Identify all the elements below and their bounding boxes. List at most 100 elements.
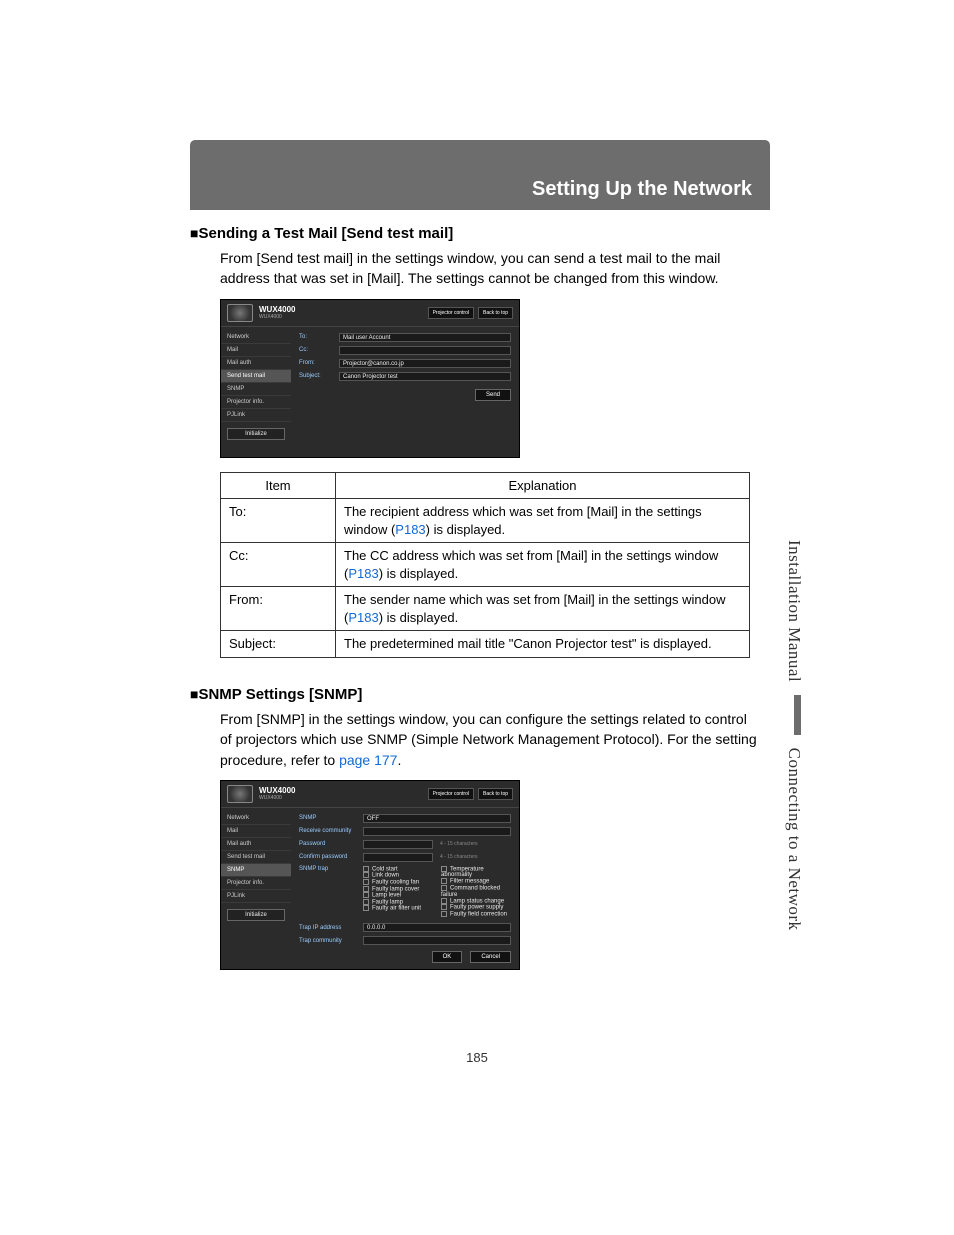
sidebar-item-mail[interactable]: Mail [221,344,291,357]
sidebar-item-pjlink[interactable]: PJLink [221,890,291,903]
table-send-test-mail: Item Explanation To: The recipient addre… [220,472,750,658]
check-faulty-cooling-fan[interactable]: Faulty cooling fan [363,879,433,886]
check-faulty-air-filter[interactable]: Faulty air filter unit [363,905,433,912]
section2-paragraph: From [SNMP] in the settings window, you … [220,709,760,770]
confirm-password-hint: 4 - 15 characters [440,854,488,860]
password-hint: 4 - 15 characters [440,841,488,847]
from-label: From: [299,360,335,366]
side-divider-icon [794,695,801,735]
projector-logo-icon [227,785,253,803]
check-faulty-lamp-cover[interactable]: Faulty lamp cover [363,886,433,893]
header-band: Setting Up the Network [190,140,770,210]
confirm-password-field[interactable] [363,853,433,862]
cc-label: Cc: [299,347,335,353]
check-faulty-lamp[interactable]: Faulty lamp [363,899,433,906]
sidebar-item-snmp[interactable]: SNMP [221,383,291,396]
check-link-down[interactable]: Link down [363,872,433,879]
row-from-item: From: [221,587,336,631]
row-cc-expl: The CC address which was set from [Mail]… [336,543,750,587]
row-cc-item: Cc: [221,543,336,587]
th-item: Item [221,472,336,499]
shot2-header: WUX4000 WUX4000 Projector control Back t… [221,781,519,808]
projector-logo-icon [227,304,253,322]
check-filter-message[interactable]: Filter message [441,878,511,885]
back-to-top-button[interactable]: Back to top [478,307,513,319]
shot2-main: SNMP OFF Receive community Password 4 - 15… [291,808,519,969]
sidebar-item-mail[interactable]: Mail [221,825,291,838]
link-p183[interactable]: P183 [348,610,378,625]
sidebar-item-send-test-mail[interactable]: Send test mail [221,370,291,383]
section2-heading: ■SNMP Settings [SNMP] [190,686,760,703]
row-subject-expl: The predetermined mail title "Canon Proj… [336,631,750,658]
back-to-top-button[interactable]: Back to top [478,788,513,800]
confirm-password-label: Confirm password [299,854,359,860]
section2-heading-text: SNMP Settings [SNMP] [198,686,362,703]
receive-community-field[interactable] [363,827,511,836]
trap-ip-field[interactable]: 0.0.0.0 [363,923,511,932]
shot2-subtitle: WUX4000 [259,795,295,801]
page-content: ■Sending a Test Mail [Send test mail] Fr… [190,225,760,984]
screenshot-send-test-mail: WUX4000 WUX4000 Projector control Back t… [220,299,520,458]
sidebar-item-network[interactable]: Network [221,331,291,344]
cc-field [339,346,511,355]
shot1-main: To: Mail user Account Cc: From: Projector@… [291,327,519,457]
section1-heading-text: Sending a Test Mail [Send test mail] [198,225,453,242]
link-p183[interactable]: P183 [395,522,425,537]
page-header-title: Setting Up the Network [532,178,752,201]
snmp-select[interactable]: OFF [363,814,511,823]
row-subject-item: Subject: [221,631,336,658]
password-field[interactable] [363,840,433,849]
snmp-label: SNMP [299,815,359,821]
check-lamp-status-change[interactable]: Lamp status change [441,898,511,905]
subject-label: Subject: [299,373,335,379]
check-faulty-field-correction[interactable]: Faulty field correction [441,911,511,918]
ok-button[interactable]: OK [432,951,463,963]
sidebar-item-send-test-mail[interactable]: Send test mail [221,851,291,864]
row-to-expl: The recipient address which was set from… [336,499,750,543]
check-cold-start[interactable]: Cold start [363,866,433,873]
sidebar-item-projector-info[interactable]: Projector info. [221,396,291,409]
check-temperature-abnormality[interactable]: Temperature abnormality [441,866,511,879]
trap-ip-label: Trap IP address [299,925,359,931]
sidebar-item-mail-auth[interactable]: Mail auth [221,357,291,370]
section1-heading: ■Sending a Test Mail [Send test mail] [190,225,760,242]
screenshot-snmp: WUX4000 WUX4000 Projector control Back t… [220,780,520,970]
sidebar-item-snmp[interactable]: SNMP [221,864,291,877]
from-field: Projector@canon.co.jp [339,359,511,368]
side-tab-connecting-network: Connecting to a Network [785,748,804,931]
check-lamp-level[interactable]: Lamp level [363,892,433,899]
sidebar-item-pjlink[interactable]: PJLink [221,409,291,422]
sidebar-item-network[interactable]: Network [221,812,291,825]
check-command-blocked[interactable]: Command blocked failure [441,885,511,898]
sidebar-item-mail-auth[interactable]: Mail auth [221,838,291,851]
shot1-sidebar: Network Mail Mail auth Send test mail SN… [221,327,291,457]
link-p183[interactable]: P183 [348,566,378,581]
shot1-subtitle: WUX4000 [259,314,295,320]
password-label: Password [299,841,359,847]
cancel-button[interactable]: Cancel [470,951,511,963]
subject-field: Canon Projector test [339,372,511,381]
th-explanation: Explanation [336,472,750,499]
send-button[interactable]: Send [475,389,511,401]
initialize-button[interactable]: Initialize [227,909,285,921]
shot1-header: WUX4000 WUX4000 Projector control Back t… [221,300,519,327]
initialize-button[interactable]: Initialize [227,428,285,440]
shot1-title: WUX4000 [259,305,295,314]
side-tab-installation-manual: Installation Manual [785,540,804,682]
side-tab: Installation Manual Connecting to a Netw… [784,540,804,931]
projector-control-button[interactable]: Projector control [428,788,474,800]
receive-community-label: Receive community [299,828,359,834]
to-label: To: [299,334,335,340]
row-from-expl: The sender name which was set from [Mail… [336,587,750,631]
trap-community-field[interactable] [363,936,511,945]
link-page-177[interactable]: page 177 [339,752,397,768]
projector-control-button[interactable]: Projector control [428,307,474,319]
row-to-item: To: [221,499,336,543]
shot2-sidebar: Network Mail Mail auth Send test mail SN… [221,808,291,969]
to-field: Mail user Account [339,333,511,342]
sidebar-item-projector-info[interactable]: Projector info. [221,877,291,890]
shot2-title: WUX4000 [259,786,295,795]
check-faulty-power-supply[interactable]: Faulty power supply [441,904,511,911]
section1-paragraph: From [Send test mail] in the settings wi… [220,248,760,289]
snmp-trap-label: SNMP trap [299,866,359,872]
